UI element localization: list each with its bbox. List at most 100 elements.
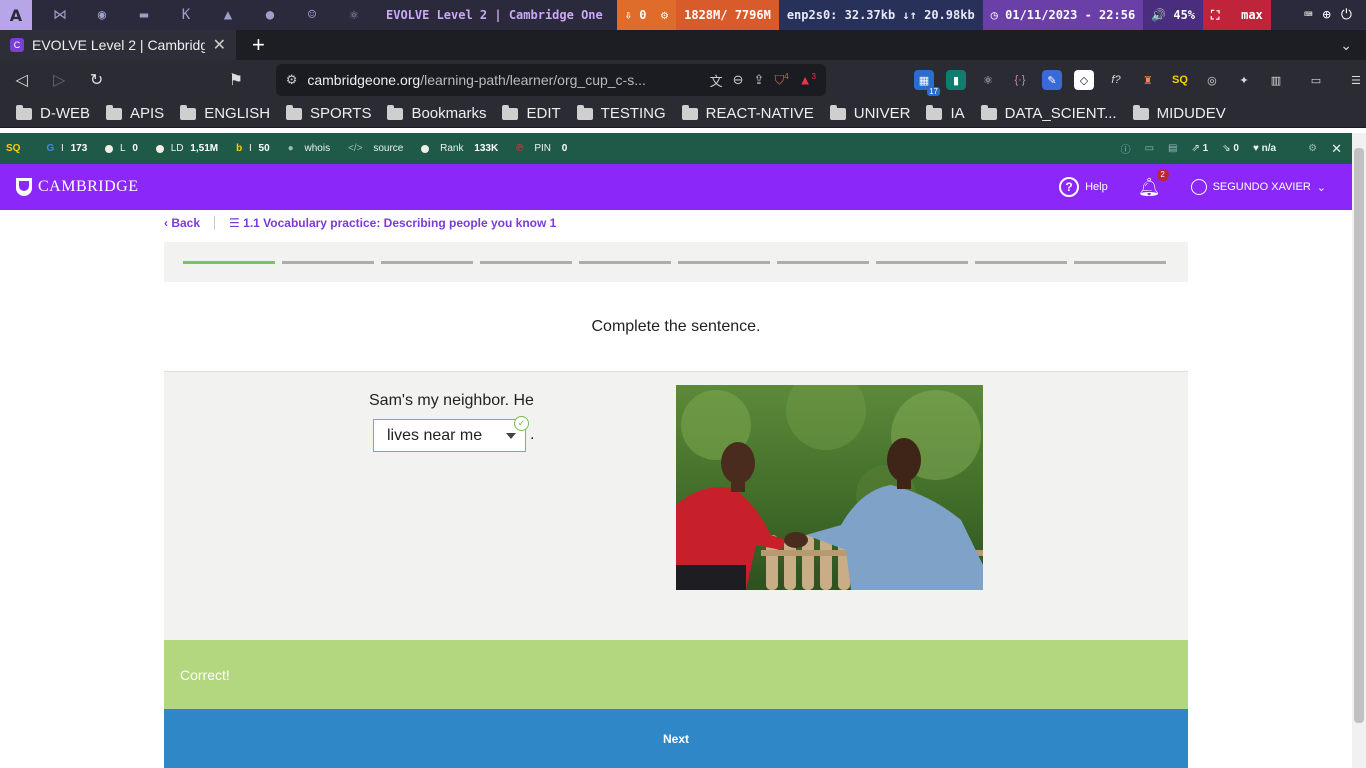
site-settings-icon[interactable]: ⚙ <box>286 72 298 88</box>
bookmark-folder-edit[interactable]: EDIT <box>502 104 561 122</box>
address-bar[interactable]: ⚙ cambridgeone.org/learning-path/learner… <box>275 64 826 96</box>
settings-gear-icon[interactable]: ⚙ <box>1308 143 1317 154</box>
menu-hamburger-icon[interactable]: ☰ <box>1346 70 1366 90</box>
bookmark-folder-sports[interactable]: SPORTS <box>286 104 372 122</box>
extensions-puzzle-icon[interactable]: ✦ <box>1234 70 1254 90</box>
bookmark-folder-apis[interactable]: APIS <box>106 104 164 122</box>
google-index-metric[interactable]: G I 173 <box>46 143 87 154</box>
page-scrollbar-thumb[interactable] <box>1354 148 1364 723</box>
keyboard-icon[interactable]: ⌨ <box>1304 7 1312 23</box>
extension-stats-icon[interactable]: ▮ <box>945 70 966 90</box>
bookmark-folder-dweb[interactable]: D-WEB <box>16 104 90 122</box>
pinterest-metric[interactable]: ℗ PIN 0 <box>516 143 567 154</box>
arch-logo-icon[interactable]: A <box>0 0 32 30</box>
brave-rewards-icon[interactable]: ▲3 <box>799 72 816 87</box>
volume-indicator[interactable]: 🔊 45% <box>1143 0 1204 30</box>
update-icon[interactable]: ⊕ <box>1322 7 1330 23</box>
extension-code-icon[interactable]: ◇ <box>1073 70 1094 90</box>
back-arrow-icon[interactable]: ◁ <box>6 64 37 96</box>
new-tab-button[interactable]: + <box>252 32 265 58</box>
back-label: Back <box>171 216 201 230</box>
seoquake-toolbar: SQ G I 173 L 0 LD 1,51M b I 50 ● whois <… <box>0 133 1352 164</box>
bookmark-folder-bookmarks[interactable]: Bookmarks <box>387 104 486 122</box>
extension-colorpicker-icon[interactable]: ✎ <box>1041 70 1062 90</box>
tab-list-chevron-icon[interactable]: ⌄ <box>1340 37 1352 54</box>
reload-icon[interactable]: ↻ <box>81 64 112 96</box>
back-link[interactable]: ‹ Back <box>164 216 200 230</box>
bookmark-folder-ia[interactable]: IA <box>926 104 965 122</box>
source-link[interactable]: </> source <box>348 143 403 154</box>
cambridge-logo[interactable]: CAMBRIDGE <box>16 178 139 196</box>
bookmark-label: D-WEB <box>40 105 90 122</box>
browser-icon[interactable]: ◉ <box>88 0 116 30</box>
bookmark-icon[interactable]: ⚑ <box>220 64 251 96</box>
vscode-icon[interactable]: ⋈ <box>46 0 74 30</box>
bookmark-folder-data-science[interactable]: DATA_SCIENT... <box>980 104 1117 122</box>
dot-icon <box>421 144 430 153</box>
browser-nav-bar: ◁ ▷ ↻ ⚑ ⚙ cambridgeone.org/learning-path… <box>0 60 1366 100</box>
google-index-value: 173 <box>70 143 88 154</box>
bing-index-metric[interactable]: b I 50 <box>236 143 270 154</box>
bookmark-folder-univer[interactable]: UNIVER <box>829 104 910 122</box>
power-icon[interactable]: ⏻ <box>1341 7 1352 23</box>
bookmark-label: EDIT <box>526 105 561 122</box>
url-text[interactable]: cambridgeone.org/learning-path/learner/o… <box>307 72 699 88</box>
list-icon: ☰ <box>229 216 240 230</box>
links-metric[interactable]: L 0 <box>105 143 138 154</box>
rank-label: Rank <box>440 143 464 154</box>
bookmark-folder-midudev[interactable]: MIDUDEV <box>1132 104 1226 122</box>
bookmark-folder-react-native[interactable]: REACT-NATIVE <box>681 104 814 122</box>
zoom-icon[interactable]: ⊖ <box>733 72 744 88</box>
next-button[interactable]: Next <box>164 709 1188 768</box>
spotify-icon[interactable]: ● <box>256 0 284 30</box>
discord-icon[interactable]: ☺ <box>298 0 326 30</box>
layout-indicator[interactable]: ⛶ max <box>1203 0 1271 30</box>
forward-arrow-icon[interactable]: ▷ <box>43 64 74 96</box>
extension-target-icon[interactable]: ◎ <box>1202 70 1222 90</box>
lesson-title: 1.1 Vocabulary practice: Describing peop… <box>243 216 557 230</box>
trust-metric[interactable]: ♥ n/a <box>1253 143 1276 154</box>
close-tab-icon[interactable]: ✕ <box>213 35 226 55</box>
extension-json-icon[interactable]: {·} <box>1010 70 1030 90</box>
sitemap-icon[interactable]: ▤ <box>1168 143 1177 154</box>
bing-index-value: 50 <box>258 143 270 154</box>
url-domain: cambridgeone.org <box>307 72 421 88</box>
user-menu[interactable]: SEGUNDO XAVIER ⌄ <box>1190 179 1326 195</box>
rank-metric[interactable]: Rank 133K <box>421 143 498 154</box>
bookmark-folder-testing[interactable]: TESTING <box>576 104 666 122</box>
wallet-icon[interactable]: ▭ <box>1306 70 1326 90</box>
monitor-icon[interactable]: ▭ <box>1145 143 1154 154</box>
extension-chess-icon[interactable]: ♜ <box>1138 70 1158 90</box>
extension-calendar-icon[interactable]: ▦ 17 <box>913 70 940 96</box>
translate-icon[interactable]: 文 <box>710 71 723 90</box>
nofollow-links-metric[interactable]: ⇘ 0 <box>1222 143 1239 154</box>
lesson-link[interactable]: ☰ 1.1 Vocabulary practice: Describing pe… <box>229 216 556 230</box>
linking-domains-metric[interactable]: LD 1,51M <box>155 143 218 154</box>
kdenlive-icon[interactable]: K <box>172 0 200 30</box>
next-label: Next <box>662 731 689 746</box>
seoquake-logo-icon[interactable]: SQ <box>6 143 20 154</box>
extension-function-icon[interactable]: f? <box>1106 70 1126 90</box>
answer-dropdown[interactable]: lives near me <box>373 419 526 452</box>
folder-icon <box>980 104 997 120</box>
bookmark-label: SPORTS <box>310 105 372 122</box>
brave-shield-icon[interactable]: ⛉4 <box>774 72 788 88</box>
browser-tab-bar: C EVOLVE Level 2 | Cambridge One ✕ + ⌄ <box>0 30 1366 60</box>
bookmark-folder-english[interactable]: ENGLISH <box>180 104 271 122</box>
whois-link[interactable]: ● whois <box>288 143 330 154</box>
close-icon[interactable]: ✕ <box>1331 141 1342 157</box>
react-icon[interactable]: ⚛ <box>340 0 368 30</box>
sidebar-toggle-icon[interactable]: ▥ <box>1266 70 1286 90</box>
help-button[interactable]: ? Help <box>1059 177 1108 197</box>
folder-icon <box>286 104 303 120</box>
files-icon[interactable]: ▬ <box>130 0 158 30</box>
external-links-metric[interactable]: ⇗ 1 <box>1191 143 1208 154</box>
share-icon[interactable]: ⇪ <box>754 72 765 88</box>
info-icon[interactable]: ⓘ <box>1121 141 1131 156</box>
browser-tab[interactable]: C EVOLVE Level 2 | Cambridge One ✕ <box>0 30 236 60</box>
notifications-button[interactable]: 🔔︎ 2 <box>1138 168 1169 198</box>
vlc-icon[interactable]: ▲ <box>214 0 242 30</box>
bookmark-label: ENGLISH <box>204 105 271 122</box>
extension-react-icon[interactable]: ⚛ <box>978 70 998 90</box>
extension-seoquake-icon[interactable]: SQ <box>1170 70 1190 90</box>
